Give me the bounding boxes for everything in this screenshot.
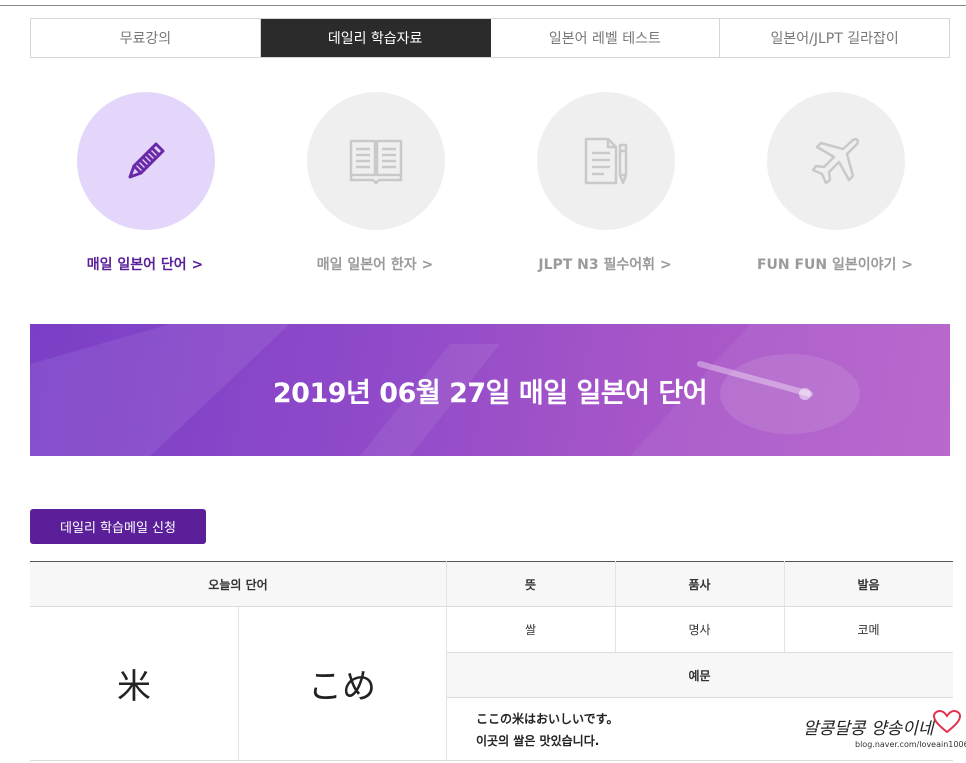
header-pronunciation: 발음 xyxy=(857,577,880,592)
tab-jlpt-guide[interactable]: 일본어/JLPT 길라잡이 xyxy=(720,19,949,57)
heart-icon xyxy=(933,710,961,734)
category-circle[interactable] xyxy=(537,92,675,230)
meaning-value: 쌀 xyxy=(524,623,537,637)
watermark-text: 알콩달콩 양송이네 xyxy=(803,719,934,739)
pronunciation-value: 코메 xyxy=(857,623,880,637)
category-label[interactable]: 매일 일본어 단어 > xyxy=(30,254,260,274)
word-kanji: 米 xyxy=(117,667,151,707)
tab-free-lectures[interactable]: 무료강의 xyxy=(31,19,261,57)
category-circle[interactable] xyxy=(307,92,445,230)
header-meaning: 뜻 xyxy=(524,577,537,592)
category-daily-word[interactable]: 매일 일본어 단어 > xyxy=(30,92,260,282)
category-jlpt-vocab[interactable]: JLPT N3 필수어휘 > xyxy=(490,92,720,282)
tab-level-test[interactable]: 일본어 레벨 테스트 xyxy=(491,19,721,57)
example-korean: 이곳의 쌀은 맛있습니다. xyxy=(476,733,600,748)
category-circle[interactable] xyxy=(767,92,905,230)
pencil-icon xyxy=(128,142,165,179)
pos-value: 명사 xyxy=(688,623,711,637)
banner-title: 2019년 06월 27일 매일 일본어 단어 xyxy=(272,377,708,409)
header-todays-word: 오늘의 단어 xyxy=(208,577,268,592)
category-daily-kanji[interactable]: 매일 일본어 한자 > xyxy=(260,92,490,282)
category-circle[interactable] xyxy=(77,92,215,230)
top-divider xyxy=(0,5,966,6)
tab-daily-materials[interactable]: 데일리 학습자료 xyxy=(260,19,491,57)
word-kana: こめ xyxy=(308,667,376,707)
tab-bar: 무료강의 데일리 학습자료 일본어 레벨 테스트 일본어/JLPT 길라잡이 xyxy=(30,18,950,58)
blog-watermark: 알콩달콩 양송이네 blog.naver.com/loveain1006 xyxy=(803,710,966,760)
example-japanese: ここの米はおいしいです。 xyxy=(476,711,619,726)
header-part-of-speech: 품사 xyxy=(688,577,711,592)
category-menu: 매일 일본어 단어 > 매일 일본어 한자 > JLPT N3 필수어휘 > F… xyxy=(30,92,950,282)
date-banner: 2019년 06월 27일 매일 일본어 단어 xyxy=(30,324,950,456)
airplane-icon xyxy=(811,137,860,185)
open-book-icon xyxy=(349,139,403,185)
category-label[interactable]: FUN FUN 일본이야기 > xyxy=(720,254,950,274)
document-pen-icon xyxy=(584,137,628,185)
header-example: 예문 xyxy=(688,668,711,683)
category-japan-story[interactable]: FUN FUN 일본이야기 > xyxy=(720,92,950,282)
watermark-url: blog.naver.com/loveain1006 xyxy=(855,740,966,749)
category-label[interactable]: JLPT N3 필수어휘 > xyxy=(490,254,720,274)
category-label[interactable]: 매일 일본어 한자 > xyxy=(260,254,490,274)
subscribe-daily-mail-button[interactable]: 데일리 학습메일 신청 xyxy=(30,509,206,544)
